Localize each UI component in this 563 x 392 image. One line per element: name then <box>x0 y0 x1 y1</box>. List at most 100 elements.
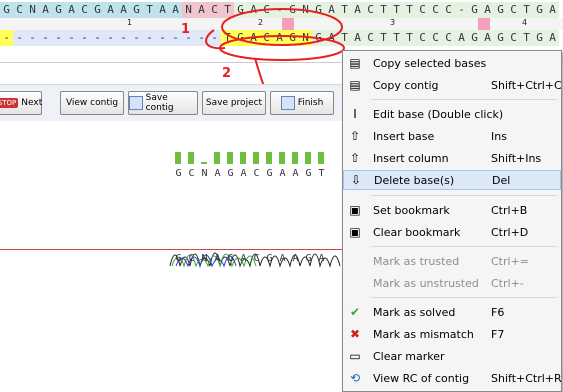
base-cell[interactable]: A <box>481 30 494 46</box>
base-cell[interactable]: A <box>546 30 559 46</box>
menu-item-copy-contig[interactable]: ▤ Copy contig Shift+Ctrl+C <box>343 75 561 95</box>
trace-base: T <box>318 168 325 179</box>
gap-cell: - <box>156 30 169 46</box>
base-cell[interactable]: G <box>234 30 247 46</box>
base-cell[interactable]: G <box>494 2 507 18</box>
insert-column-icon: ⇧ <box>349 151 361 165</box>
base-cell[interactable]: C <box>442 30 455 46</box>
menu-item-set-bookmark[interactable]: ▣ Set bookmark Ctrl+B <box>343 200 561 220</box>
menu-item-insert-column[interactable]: ⇧ Insert column Shift+Ins <box>343 148 561 168</box>
base-cell[interactable]: N <box>26 2 39 18</box>
view-contig-button[interactable]: View contig <box>60 91 124 115</box>
base-cell[interactable]: A <box>455 30 468 46</box>
gap-cell: - <box>143 30 156 46</box>
base-cell[interactable]: N <box>299 2 312 18</box>
base-cell[interactable]: C <box>416 2 429 18</box>
base-cell[interactable]: G <box>312 2 325 18</box>
menu-item-clear-marker[interactable]: ▭ Clear marker <box>343 346 561 366</box>
base-cell[interactable]: T <box>403 30 416 46</box>
base-cell[interactable]: A <box>117 2 130 18</box>
base-cell[interactable]: G <box>312 30 325 46</box>
base-cell[interactable]: G <box>468 30 481 46</box>
base-cell[interactable]: C <box>429 30 442 46</box>
sequence-read-row[interactable]: GCNAGACGAAGTAANACTGAC-GNGATACTTTCCC-GAGC… <box>0 2 559 18</box>
base-cell[interactable]: T <box>403 2 416 18</box>
menu-item-mark-solved[interactable]: ✔ Mark as solved F6 <box>343 302 561 322</box>
menu-item-delete-bases[interactable]: ⇩ Delete base(s) Del <box>343 170 561 190</box>
base-cell[interactable]: A <box>156 2 169 18</box>
menu-item-mark-untrusted[interactable]: Mark as unstrusted Ctrl+- <box>343 273 561 293</box>
base-cell[interactable]: G <box>91 2 104 18</box>
base-cell[interactable]: T <box>520 2 533 18</box>
finish-button[interactable]: Finish <box>270 91 334 115</box>
base-cell[interactable]: N <box>182 2 195 18</box>
base-cell[interactable]: G <box>52 2 65 18</box>
base-cell[interactable]: A <box>247 30 260 46</box>
base-cell[interactable]: G <box>234 2 247 18</box>
next-button[interactable]: STOP Next <box>0 91 42 115</box>
base-cell[interactable]: C <box>13 2 26 18</box>
menu-separator <box>371 99 557 100</box>
base-cell[interactable]: A <box>247 2 260 18</box>
base-cell[interactable]: A <box>169 2 182 18</box>
quality-bar <box>253 152 259 164</box>
menu-item-copy-selected-bases[interactable]: ▤ Copy selected bases <box>343 53 561 73</box>
save-project-button[interactable]: Save project <box>202 91 266 115</box>
base-cell[interactable]: C <box>507 30 520 46</box>
base-cell[interactable]: G <box>533 30 546 46</box>
base-cell[interactable]: A <box>39 2 52 18</box>
base-cell[interactable]: C <box>364 30 377 46</box>
menu-item-view-rc[interactable]: ⟲ View RC of contig Shift+Ctrl+R <box>343 368 562 388</box>
base-cell[interactable]: T <box>377 30 390 46</box>
base-cell[interactable]: T <box>377 2 390 18</box>
base-cell[interactable]: T <box>520 30 533 46</box>
gap-cell: - <box>91 30 104 46</box>
base-cell[interactable]: A <box>325 2 338 18</box>
base-cell[interactable]: - <box>455 2 468 18</box>
base-cell[interactable]: A <box>351 2 364 18</box>
base-cell[interactable]: C <box>442 2 455 18</box>
base-cell[interactable]: A <box>195 2 208 18</box>
menu-item-mark-mismatch[interactable]: ✖ Mark as mismatch F7 <box>343 324 561 344</box>
base-cell[interactable]: C <box>364 2 377 18</box>
base-cell[interactable]: A <box>481 2 494 18</box>
base-cell[interactable]: T <box>390 2 403 18</box>
base-cell[interactable]: A <box>351 30 364 46</box>
base-cell[interactable]: G <box>533 2 546 18</box>
base-cell[interactable]: G <box>130 2 143 18</box>
base-cell[interactable]: T <box>390 30 403 46</box>
save-contig-button[interactable]: Save contig <box>128 91 198 115</box>
base-cell[interactable]: A <box>546 2 559 18</box>
base-cell[interactable]: A <box>65 2 78 18</box>
base-cell[interactable]: G <box>286 30 299 46</box>
base-cell[interactable]: C <box>429 2 442 18</box>
trace-base: A <box>240 253 247 264</box>
base-cell[interactable]: N <box>299 30 312 46</box>
base-cell[interactable]: C <box>416 30 429 46</box>
base-cell[interactable]: T <box>338 30 351 46</box>
menu-item-edit-base[interactable]: I Edit base (Double click) <box>343 104 561 124</box>
base-cell[interactable]: C <box>260 2 273 18</box>
base-cell[interactable]: A <box>273 30 286 46</box>
menu-item-insert-base[interactable]: ⇧ Insert base Ins <box>343 126 561 146</box>
base-cell[interactable]: C <box>260 30 273 46</box>
gap-cell: - <box>26 30 39 46</box>
base-cell[interactable]: C <box>78 2 91 18</box>
base-cell[interactable]: A <box>104 2 117 18</box>
contig-row[interactable]: -----------------TGACAGNGATACTTTCCCAGAGC… <box>0 30 559 46</box>
base-cell[interactable]: C <box>208 2 221 18</box>
base-cell[interactable]: T <box>221 30 234 46</box>
base-cell[interactable]: G <box>468 2 481 18</box>
base-cell[interactable]: T <box>143 2 156 18</box>
base-cell[interactable]: G <box>0 2 13 18</box>
gap-cell: - <box>52 30 65 46</box>
base-cell[interactable]: G <box>494 30 507 46</box>
menu-item-clear-bookmark[interactable]: ▣ Clear bookmark Ctrl+D <box>343 222 561 242</box>
base-cell[interactable]: C <box>507 2 520 18</box>
base-cell[interactable]: T <box>221 2 234 18</box>
base-cell[interactable]: A <box>325 30 338 46</box>
base-cell[interactable]: T <box>338 2 351 18</box>
base-cell[interactable]: G <box>286 2 299 18</box>
menu-item-mark-trusted[interactable]: Mark as trusted Ctrl+= <box>343 251 561 271</box>
base-cell[interactable]: - <box>273 2 286 18</box>
